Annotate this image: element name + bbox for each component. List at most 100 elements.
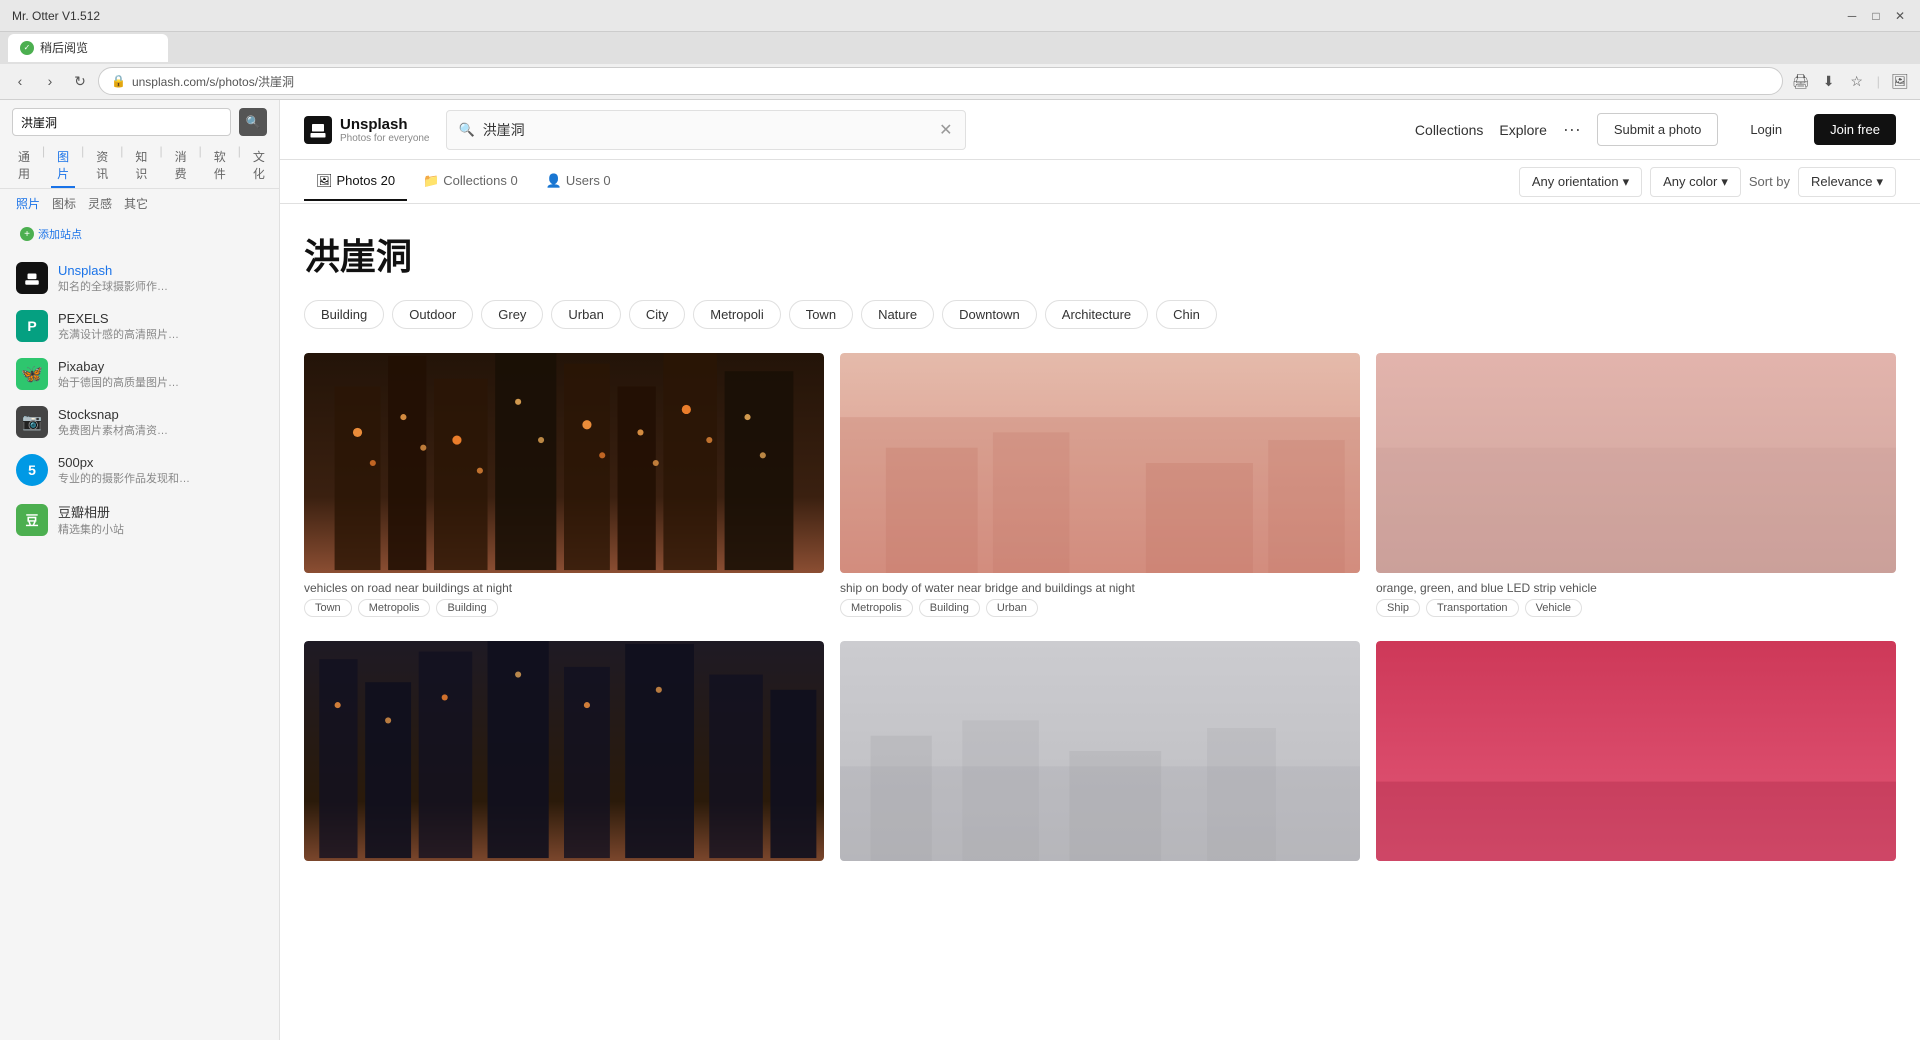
tag-outdoor[interactable]: Outdoor (392, 300, 473, 329)
sidebar-subtab-photos[interactable]: 照片 (12, 193, 44, 214)
tag-urban[interactable]: Urban (551, 300, 620, 329)
sort-filter[interactable]: Relevance ▾ (1798, 167, 1896, 197)
tag-downtown[interactable]: Downtown (942, 300, 1037, 329)
unsplash-header: Unsplash Photos for everyone 🔍 ✕ Collect… (280, 100, 1920, 160)
photo-card-2[interactable]: ship on body of water near bridge and bu… (840, 353, 1360, 625)
unsplash-logo-icon (304, 116, 332, 144)
sidebar-tab-news[interactable]: 资讯 (90, 144, 114, 188)
close-button[interactable]: ✕ (1892, 8, 1908, 24)
sidebar-tab-general[interactable]: 通用 (12, 144, 36, 188)
photo-tag-metropolis2[interactable]: Metropolis (840, 599, 913, 617)
add-site-button[interactable]: + 添加站点 (12, 222, 267, 246)
sidebar-tab-software[interactable]: 软件 (208, 144, 232, 188)
download-button[interactable]: ⬇ (1817, 69, 1841, 93)
sidebar-search-button[interactable]: 🔍 (239, 108, 267, 136)
sort-by-label: Sort by (1749, 174, 1790, 189)
photo-tag-building[interactable]: Building (436, 599, 497, 617)
photo-image-1 (304, 353, 824, 573)
nav-icons-right: 🖨 ⬇ ☆ | 🖼 (1789, 69, 1912, 93)
tag-building[interactable]: Building (304, 300, 384, 329)
result-tab-collections[interactable]: 📁 Collections 0 (411, 163, 530, 201)
photo-tag-ship[interactable]: Ship (1376, 599, 1420, 617)
bookmark-button[interactable]: ☆ (1845, 69, 1869, 93)
login-button[interactable]: Login (1734, 114, 1798, 145)
search-title: 洪崖洞 (304, 228, 1896, 280)
photo-tag-metropolis[interactable]: Metropolis (358, 599, 431, 617)
photo-tag-town[interactable]: Town (304, 599, 352, 617)
tag-metropoli[interactable]: Metropoli (693, 300, 780, 329)
tag-city[interactable]: City (629, 300, 685, 329)
print-button[interactable]: 🖨 (1789, 69, 1813, 93)
tag-architecture[interactable]: Architecture (1045, 300, 1148, 329)
pixabay-site-desc: 始于德国的高质量图片… (58, 374, 263, 390)
photo-caption-6 (1376, 861, 1896, 873)
orientation-filter[interactable]: Any orientation ▾ (1519, 167, 1642, 197)
photo-tags-3: Ship Transportation Vehicle (1376, 599, 1896, 625)
pixabay-site-icon: 🦋 (16, 358, 48, 390)
tab-label: 稍后阅览 (40, 39, 88, 56)
site-item-douban[interactable]: 豆 豆瓣相册 精选集的小站 (0, 494, 279, 545)
douban-site-desc: 精选集的小站 (58, 521, 263, 537)
unsplash-logo: Unsplash Photos for everyone (304, 116, 430, 144)
site-item-pexels[interactable]: P PEXELS 充满设计感的高清照片… (0, 302, 279, 350)
back-button[interactable]: ‹ (8, 69, 32, 93)
sidebar-tab-photos[interactable]: 图片 (51, 144, 75, 188)
tag-chin[interactable]: Chin (1156, 300, 1217, 329)
sidebar-search-input[interactable] (12, 108, 231, 136)
join-free-button[interactable]: Join free (1814, 114, 1896, 145)
title-bar: Mr. Otter V1.512 ─ □ ✕ (0, 0, 1920, 32)
sidebar-subtab-inspiration[interactable]: 灵感 (84, 193, 116, 214)
sidebar-subtab-other[interactable]: 其它 (120, 193, 152, 214)
site-item-pixabay[interactable]: 🦋 Pixabay 始于德国的高质量图片… (0, 350, 279, 398)
site-item-500px[interactable]: 5 500px 专业的的摄影作品发现和… (0, 446, 279, 494)
tag-nature[interactable]: Nature (861, 300, 934, 329)
search-icon: 🔍 (459, 122, 475, 138)
orientation-chevron-icon: ▾ (1623, 174, 1630, 190)
photo-card-4[interactable] (304, 641, 824, 881)
result-tab-users[interactable]: 👤 Users 0 (534, 163, 623, 201)
title-bar-controls: ─ □ ✕ (1844, 8, 1908, 24)
photo-card-6[interactable] (1376, 641, 1896, 881)
result-tab-photos[interactable]: 🖼 Photos 20 (304, 163, 407, 201)
collections-link[interactable]: Collections (1415, 122, 1483, 138)
photo-image-4 (304, 641, 824, 861)
explore-link[interactable]: Explore (1499, 122, 1546, 138)
search-content: 洪崖洞 Building Outdoor Grey Urban City Met… (280, 204, 1920, 1040)
minimize-button[interactable]: ─ (1844, 8, 1860, 24)
photo-tags-1: Town Metropolis Building (304, 599, 824, 625)
submit-photo-button[interactable]: Submit a photo (1597, 113, 1718, 146)
sidebar-tab-knowledge[interactable]: 知识 (129, 144, 153, 188)
photo-card-3[interactable]: orange, green, and blue LED strip vehicl… (1376, 353, 1896, 625)
photos-tab-label: Photos 20 (337, 173, 396, 188)
browser-nav-bar: ‹ › ↻ 🔒 unsplash.com/s/photos/洪崖洞 🖨 ⬇ ☆ … (0, 64, 1920, 99)
title-bar-text: Mr. Otter V1.512 (12, 9, 100, 23)
photo-tag-transportation[interactable]: Transportation (1426, 599, 1519, 617)
sidebar-tab-consume[interactable]: 消费 (169, 144, 193, 188)
color-filter[interactable]: Any color ▾ (1650, 167, 1741, 197)
pexels-site-name: PEXELS (58, 311, 263, 326)
more-options-button[interactable]: ··· (1563, 119, 1581, 140)
sidebar-subtab-icons[interactable]: 图标 (48, 193, 80, 214)
site-item-unsplash[interactable]: Unsplash 知名的全球摄影师作… (0, 254, 279, 302)
reload-button[interactable]: ↻ (68, 69, 92, 93)
photo-tag-urban2[interactable]: Urban (986, 599, 1038, 617)
photo-image-6 (1376, 641, 1896, 861)
unsplash-search-input[interactable] (483, 122, 931, 138)
users-tab-icon: 👤 (546, 173, 562, 189)
sidebar-tab-culture[interactable]: 文化 (247, 144, 271, 188)
photo-tag-building2[interactable]: Building (919, 599, 980, 617)
site-item-stocksnap[interactable]: 📷 Stocksnap 免费图片素材高清资… (0, 398, 279, 446)
tag-town[interactable]: Town (789, 300, 853, 329)
unsplash-search-clear[interactable]: ✕ (939, 120, 952, 140)
photo-card-1[interactable]: vehicles on road near buildings at night… (304, 353, 824, 625)
extensions-button[interactable]: 🖼 (1888, 69, 1912, 93)
unsplash-logo-text: Unsplash Photos for everyone (340, 116, 430, 144)
tag-grey[interactable]: Grey (481, 300, 543, 329)
maximize-button[interactable]: □ (1868, 8, 1884, 24)
unsplash-search-bar[interactable]: 🔍 ✕ (446, 110, 966, 150)
photo-tag-vehicle[interactable]: Vehicle (1525, 599, 1582, 617)
photo-card-5[interactable] (840, 641, 1360, 881)
orientation-label: Any orientation (1532, 174, 1619, 189)
forward-button[interactable]: › (38, 69, 62, 93)
browser-tab[interactable]: ✓ 稍后阅览 (8, 34, 168, 62)
